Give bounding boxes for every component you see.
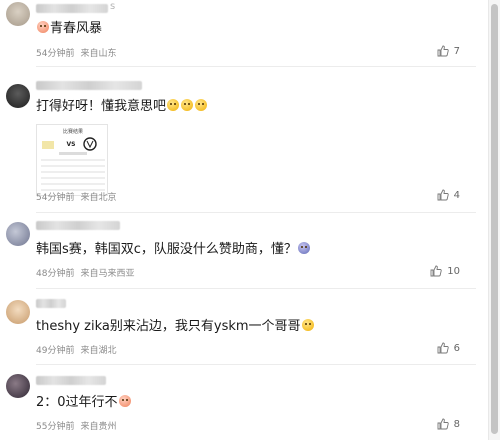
avatar[interactable] [6,374,30,398]
comment-location: 来自北京 [80,193,117,203]
username-blurred[interactable] [36,376,106,385]
comment-location: 来自贵州 [80,422,117,432]
comment-image[interactable]: 比赛结果 VS [36,124,108,196]
like-button[interactable]: 10 [430,265,460,277]
thumbs-up-icon [437,189,449,201]
comment-meta: 48分钟前 来自马来西亚 [36,266,140,279]
image-vs: VS [67,141,76,148]
comment-time: 54分钟前 [36,193,75,203]
avatar[interactable] [6,2,30,26]
smirk-emoji-icon [181,99,194,111]
comment-meta: 54分钟前 来自山东 [36,46,122,59]
comment-text: 打得好呀！懂我意思吧 [36,98,208,116]
smirk-emoji-icon [195,99,208,111]
comment-time: 54分钟前 [36,49,75,59]
like-count: 7 [453,45,460,57]
avatar[interactable] [6,222,30,246]
like-count: 10 [447,265,460,277]
like-button[interactable]: 8 [437,418,460,430]
comment-text-body: 打得好呀！懂我意思吧 [36,99,167,114]
heart-eyes-emoji-icon [118,395,131,407]
grin-emoji-icon [37,21,49,33]
thumbs-up-icon [437,418,449,430]
like-count: 8 [453,418,460,430]
comment-location: 来自山东 [80,49,117,59]
username-blurred[interactable] [36,4,108,13]
like-button[interactable]: 6 [437,342,460,354]
proud-emoji-icon [301,319,314,331]
comment-text: 韩国s赛，韩国双c，队服没什么赞助商，懂？ [36,241,311,259]
username-blurred[interactable] [36,221,120,230]
thumbs-up-icon [437,45,449,57]
comment-text: 2：0过年行不 [36,394,132,412]
username-blurred[interactable] [36,299,66,308]
sly-emoji-icon [297,242,310,254]
username-tail: s [110,1,116,12]
comment-text-body: 韩国s赛，韩国双c，队服没什么赞助商，懂？ [36,242,297,257]
comment-meta: 54分钟前 来自北京 [36,190,122,203]
like-count: 4 [453,189,460,201]
comment-text-body: 2：0过年行不 [36,395,118,410]
comment-location: 来自湖北 [80,346,117,356]
thumbs-up-icon [437,342,449,354]
like-button[interactable]: 7 [437,45,460,57]
comment-item: 韩国s赛，韩国双c，队服没什么赞助商，懂？ 48分钟前 来自马来西亚 10 [0,212,488,288]
comment-time: 55分钟前 [36,422,75,432]
comment-meta: 55分钟前 来自贵州 [36,419,122,432]
comment-text: theshy zika别来沾边，我只有yskm一个哥哥 [36,318,315,336]
image-header: 比赛结果 [63,128,83,135]
comment-item: 2：0过年行不 55分钟前 来自贵州 8 [0,364,488,440]
like-count: 6 [453,342,460,354]
thumbs-up-icon [430,265,442,277]
scrollbar-thumb[interactable] [491,4,498,434]
comment-item: theshy zika别来沾边，我只有yskm一个哥哥 49分钟前 来自湖北 6 [0,288,488,364]
comment-list: s 青春风暴 54分钟前 来自山东 7 打得好呀！懂我意思吧 比赛结果 VS 5… [0,0,488,440]
match-result-image: 比赛结果 VS [37,125,107,195]
comment-time: 48分钟前 [36,269,75,279]
comment-meta: 49分钟前 来自湖北 [36,343,122,356]
comment-location: 来自马来西亚 [80,269,135,279]
comment-text-body: theshy zika别来沾边，我只有yskm一个哥哥 [36,319,301,334]
smirk-emoji-icon [167,99,180,111]
comment-time: 49分钟前 [36,346,75,356]
avatar[interactable] [6,300,30,324]
username-blurred[interactable] [36,81,142,90]
comment-item: 打得好呀！懂我意思吧 比赛结果 VS 54分钟前 来自北京 4 [0,66,488,214]
vertical-scrollbar[interactable] [488,0,500,440]
avatar[interactable] [6,84,30,108]
like-button[interactable]: 4 [437,189,460,201]
comment-item: s 青春风暴 54分钟前 来自山东 7 [0,0,488,66]
comment-text: 青春风暴 [36,20,102,38]
comment-text-body: 青春风暴 [50,21,103,36]
